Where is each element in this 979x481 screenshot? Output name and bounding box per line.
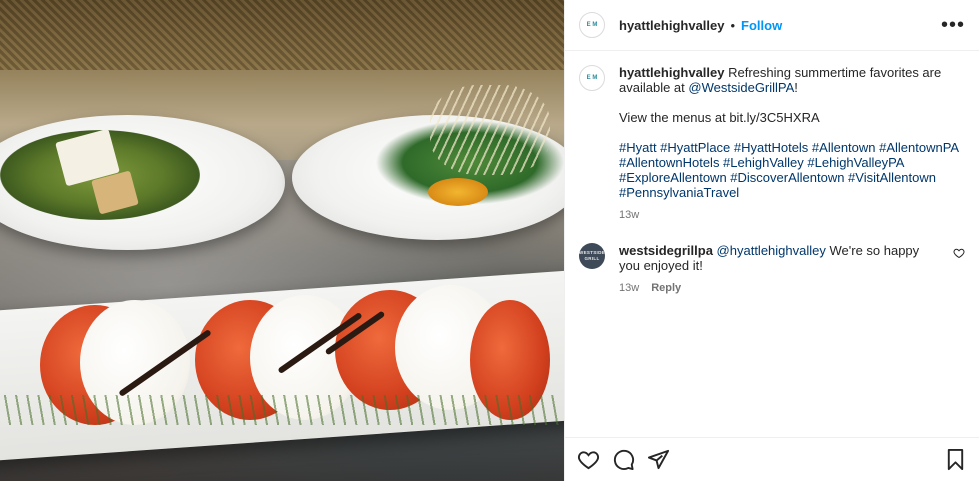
caption-body: hyattlehighvalley Refreshing summertime …	[619, 65, 965, 223]
reply-button[interactable]: Reply	[651, 281, 681, 296]
mention-link[interactable]: @WestsideGrillPA	[688, 80, 794, 95]
post-photo	[0, 0, 564, 481]
heart-icon[interactable]	[953, 247, 965, 259]
caption-username[interactable]: hyattlehighvalley	[619, 65, 724, 80]
edible-flower	[428, 178, 488, 206]
comment-meta: 13w Reply	[619, 281, 939, 296]
post-dialog: E M hyattlehighvalley • Follow ••• E M h…	[0, 0, 979, 481]
caption-text: hyattlehighvalley Refreshing summertime …	[619, 65, 965, 200]
bookmark-icon[interactable]	[944, 448, 967, 471]
comment-username[interactable]: westsidegrillpa	[619, 243, 713, 258]
hashtags[interactable]: #Hyatt #HyattPlace #HyattHotels #Allento…	[619, 140, 962, 200]
caption-timestamp[interactable]: 13w	[619, 208, 639, 223]
comment-body: westsidegrillpa @hyattlehighvalley We're…	[619, 243, 939, 296]
share-icon[interactable]	[647, 448, 670, 471]
comment-timestamp[interactable]: 13w	[619, 281, 639, 296]
avatar[interactable]: WESTSIDE GRILL	[579, 243, 605, 269]
heart-icon[interactable]	[577, 448, 600, 471]
avatar[interactable]: E M	[579, 12, 605, 38]
caption-comment: E M hyattlehighvalley Refreshing summert…	[579, 65, 965, 223]
comments-section: E M hyattlehighvalley Refreshing summert…	[565, 51, 979, 437]
comment-text: westsidegrillpa @hyattlehighvalley We're…	[619, 243, 939, 273]
post-username[interactable]: hyattlehighvalley	[619, 18, 724, 33]
follow-button[interactable]: Follow	[741, 18, 782, 33]
avatar[interactable]: E M	[579, 65, 605, 91]
post-header: E M hyattlehighvalley • Follow •••	[565, 0, 979, 51]
comment-item: WESTSIDE GRILL westsidegrillpa @hyattleh…	[579, 243, 965, 296]
action-bar	[565, 437, 979, 481]
herb-garnish	[0, 395, 560, 425]
caption-meta: 13w	[619, 208, 965, 223]
wallpaper-background	[0, 0, 564, 70]
mention-link[interactable]: @hyattlehighvalley	[717, 243, 826, 258]
shaved-garnish	[430, 85, 550, 175]
comment-icon[interactable]	[612, 448, 635, 471]
more-options-icon[interactable]: •••	[941, 15, 965, 35]
post-side-panel: E M hyattlehighvalley • Follow ••• E M h…	[564, 0, 979, 481]
separator-dot: •	[730, 17, 736, 33]
